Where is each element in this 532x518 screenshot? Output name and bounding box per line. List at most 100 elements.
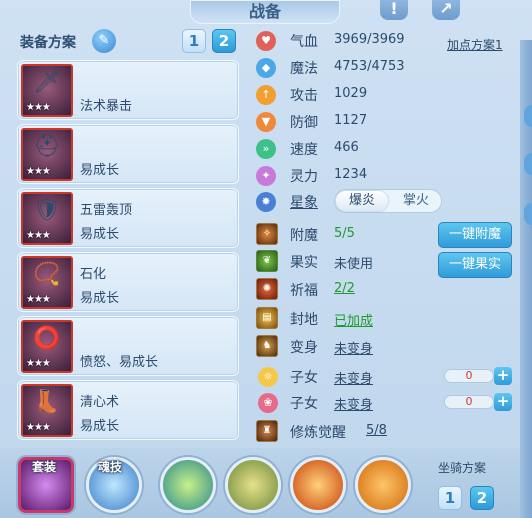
equip-slot-5[interactable]: ⭕ ★★★ 愤怒、易成长: [17, 316, 239, 376]
stat-label: 攻击: [290, 88, 318, 104]
boots-icon: 👢 ★★★: [21, 384, 73, 437]
slot-attribute: 法术暴击: [80, 99, 133, 114]
awaken-icon: ♜: [256, 420, 278, 442]
fruit-label: 果实: [290, 255, 318, 271]
equip-slot-6[interactable]: 👢 ★★★ 清心术 易成长: [17, 380, 239, 440]
help-icon[interactable]: !: [380, 0, 408, 20]
star-rating: ★★★: [26, 422, 51, 433]
slot-attribute: 易成长: [80, 227, 120, 242]
stat-label: 灵力: [290, 169, 318, 185]
speed-icon: »: [256, 139, 276, 159]
suit-label: 套装: [32, 460, 57, 474]
edit-pencil-icon[interactable]: ✎: [92, 29, 116, 53]
child2-label: 子女: [290, 396, 318, 412]
slot-attribute: 易成长: [80, 291, 120, 306]
skill-slot-3[interactable]: [290, 457, 346, 513]
child1-plus-button[interactable]: +: [494, 367, 512, 385]
soul-skill-label: 魂技: [98, 460, 123, 474]
equip-slot-1[interactable]: 🗡 ★★★ 法术暴击: [17, 60, 239, 120]
star-sign-option-1[interactable]: 爆炎: [336, 191, 388, 211]
slot-attribute: 易成长: [80, 419, 120, 434]
mount-plan-tab-2[interactable]: 2: [470, 486, 494, 510]
slot-attribute: 易成长: [80, 163, 120, 178]
slot-skill: 五雷轰顶: [80, 203, 133, 218]
child1-label: 子女: [290, 370, 318, 386]
equip-slot-2[interactable]: ⛑ ★★★ 易成长: [17, 124, 239, 184]
pray-icon: ✺: [256, 278, 278, 300]
enchant-value: 5/5: [334, 226, 355, 241]
add-point-plan-link[interactable]: 加点方案1: [447, 36, 503, 53]
slot-skill: 石化: [80, 267, 107, 282]
star-rating: ★★★: [26, 166, 51, 177]
skill-slot-2[interactable]: [225, 457, 281, 513]
stat-label: 速度: [290, 142, 318, 158]
child2-plus-button[interactable]: +: [494, 393, 512, 411]
stat-label: 魔法: [290, 61, 318, 77]
attack-icon: ↑: [256, 85, 276, 105]
transform-value[interactable]: 未变身: [334, 338, 373, 357]
star-sign-toggle[interactable]: 爆炎 掌火: [334, 189, 442, 213]
spirit-icon: ✦: [256, 166, 276, 186]
shield-icon: ▼: [256, 112, 276, 132]
equip-plan-tab-1[interactable]: 1: [182, 29, 206, 53]
armor-icon: 🛡 ★★★: [21, 192, 73, 245]
seal-label: 封地: [290, 312, 318, 328]
fruit-value: 未使用: [334, 257, 374, 272]
star-sign-option-2[interactable]: 掌火: [390, 191, 442, 211]
stat-value: 466: [334, 140, 359, 155]
stat-label: 防御: [290, 115, 318, 131]
transform-label: 变身: [290, 340, 318, 356]
edge-tab-2[interactable]: [524, 153, 532, 175]
child1-counter: 0: [444, 369, 494, 383]
skill-slot-4[interactable]: [355, 457, 411, 513]
stat-value: 1127: [334, 113, 368, 128]
equip-slot-4[interactable]: 📿 ★★★ 石化 易成长: [17, 252, 239, 312]
helmet-icon: ⛑ ★★★: [21, 128, 73, 181]
star-sign-label[interactable]: 星象: [290, 192, 318, 212]
child2-counter: 0: [444, 395, 494, 409]
stat-value: 4753/4753: [334, 59, 405, 74]
sun-icon: ☼: [258, 367, 278, 387]
star-rating: ★★★: [26, 230, 51, 241]
enchant-label: 附魔: [290, 228, 318, 244]
equip-slot-3[interactable]: 🛡 ★★★ 五雷轰顶 易成长: [17, 188, 239, 248]
edge-tab-1[interactable]: [524, 105, 532, 127]
one-key-enchant-button[interactable]: 一键附魔: [438, 222, 512, 248]
stat-value: 1029: [334, 86, 368, 101]
awaken-value[interactable]: 5/8: [366, 423, 387, 438]
equip-plan-tab-2[interactable]: 2: [212, 29, 236, 53]
star-sign-icon: ✸: [256, 192, 276, 212]
belt-icon: ⭕ ★★★: [21, 320, 73, 373]
mount-plan-header: 坐骑方案: [438, 461, 487, 475]
edge-tab-3[interactable]: [524, 203, 532, 225]
star-rating: ★★★: [26, 358, 51, 369]
mount-plan-tab-1[interactable]: 1: [438, 486, 462, 510]
star-rating: ★★★: [26, 102, 51, 113]
child2-value[interactable]: 未变身: [334, 394, 373, 413]
necklace-icon: 📿 ★★★: [21, 256, 73, 309]
slot-attribute: 愤怒、易成长: [80, 355, 159, 370]
diamond-icon: ◆: [256, 58, 276, 78]
pray-value[interactable]: 2/2: [334, 281, 355, 296]
share-icon[interactable]: ↗: [432, 0, 460, 20]
equip-plan-header: 装备方案: [20, 35, 76, 51]
enchant-icon: ✧: [256, 223, 278, 245]
child1-value[interactable]: 未变身: [334, 368, 373, 387]
fruit-icon: ❦: [256, 250, 278, 272]
stat-value: 3969/3969: [334, 32, 405, 47]
window-title: 战备: [190, 0, 340, 24]
seal-icon: ▤: [256, 307, 278, 329]
seal-value[interactable]: 已加成: [334, 310, 373, 329]
awaken-label: 修炼觉醒: [290, 425, 346, 441]
transform-icon: ♞: [256, 335, 278, 357]
one-key-fruit-button[interactable]: 一键果实: [438, 252, 512, 278]
stat-value: 1234: [334, 167, 368, 182]
lotus-icon: ❀: [258, 393, 278, 413]
skill-slot-1[interactable]: [160, 457, 216, 513]
weapon-icon: 🗡 ★★★: [21, 64, 73, 117]
slot-skill: 清心术: [80, 395, 120, 410]
stat-label: 气血: [290, 34, 318, 50]
pray-label: 祈福: [290, 283, 318, 299]
star-rating: ★★★: [26, 294, 51, 305]
heart-icon: ♥: [256, 31, 276, 51]
